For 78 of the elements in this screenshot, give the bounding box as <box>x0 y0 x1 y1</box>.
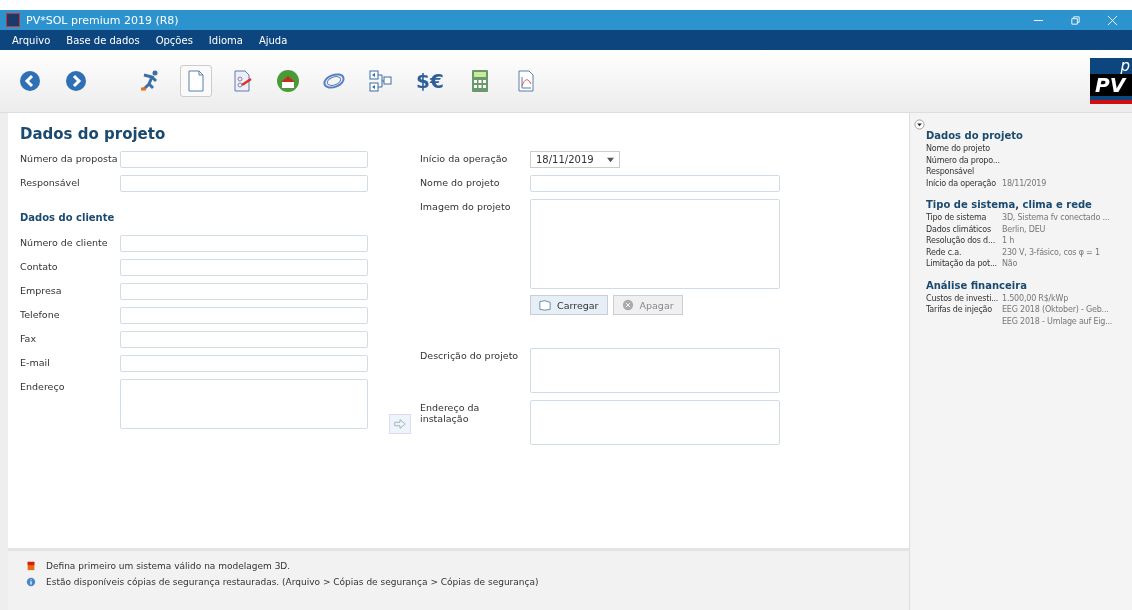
load-button[interactable]: Carregar <box>530 295 608 315</box>
summary-label: Tarifas de injeção <box>926 304 993 316</box>
summary-value: 1 h <box>1002 235 1015 247</box>
restore-icon[interactable] <box>1070 14 1081 26</box>
folder-icon <box>539 299 551 311</box>
info-icon <box>26 577 36 587</box>
logo: p PV <box>1090 58 1132 104</box>
warning-icon <box>26 561 36 571</box>
input-field[interactable] <box>120 235 368 252</box>
forward-icon <box>64 69 88 93</box>
page-title: Dados do projeto <box>20 125 167 143</box>
diagram-icon <box>368 69 392 93</box>
input-field[interactable] <box>120 331 368 348</box>
summary-heading: Análise financeira <box>926 279 1028 291</box>
menu-item[interactable]: Ajuda <box>258 34 288 46</box>
field-label: Número de cliente <box>20 236 109 248</box>
summary-label: Dados climáticos <box>926 223 992 235</box>
field-label: E-mail <box>20 356 51 368</box>
copy-address-button[interactable] <box>389 414 411 434</box>
close-icon[interactable] <box>1107 14 1118 26</box>
field-label: Fax <box>20 332 38 344</box>
field-label: Imagem do projeto <box>420 200 512 212</box>
summary-label: Início da operação <box>926 177 997 189</box>
field-label: Endereço <box>20 380 66 392</box>
field-label: Início da operação <box>420 152 509 164</box>
summary-value: 3D, Sistema fv conectado ... <box>1002 212 1110 224</box>
text-area[interactable] <box>530 348 780 393</box>
menu-item[interactable]: Opções <box>155 34 193 46</box>
input-field[interactable] <box>120 259 368 276</box>
input-field[interactable] <box>530 175 780 192</box>
summary-heading: Tipo de sistema, clima e rede <box>926 199 1093 210</box>
summary-heading: Dados do projeto <box>926 130 1024 141</box>
app-icon <box>6 13 20 27</box>
summary-label: Responsável <box>926 166 976 178</box>
field-label: Contato <box>20 260 59 272</box>
menu-item[interactable]: Arquivo <box>12 34 51 46</box>
message-text: Defina primeiro um sistema válido na modelagem 3D. <box>46 561 291 571</box>
summary-value: 230 V, 3-fásico, cos φ = 1 <box>1002 246 1100 258</box>
summary-label: Rede c.a. <box>926 246 963 258</box>
input-field[interactable] <box>120 307 368 324</box>
clear-icon <box>621 299 634 311</box>
input-field[interactable] <box>120 175 368 192</box>
input-field[interactable] <box>120 283 368 300</box>
menu-item[interactable]: Base de dados <box>66 34 140 46</box>
house-globe-icon <box>276 69 300 93</box>
text-area[interactable] <box>120 379 368 429</box>
field-label: Endereço da instalação <box>420 401 481 424</box>
summary-value: Berlin, DEU <box>1002 223 1046 235</box>
input-field[interactable] <box>120 151 368 168</box>
back-icon <box>18 69 42 93</box>
field-label: Responsável <box>20 176 81 188</box>
message-text: Estão disponíveis cópias de segurança restauradas. (Arquivo > Cópias de segurança > Cópias de segurança) <box>46 577 539 587</box>
summary-value: Não <box>1002 258 1018 270</box>
arrow-icon <box>393 417 407 431</box>
summary-value: EEG 2018 (Oktober) - Geb... <box>1002 304 1109 316</box>
summary-label: Tipo de sistema <box>926 212 988 224</box>
caret-icon <box>607 156 614 163</box>
section-heading: Dados do cliente <box>20 212 116 223</box>
field-label: Número da proposta <box>20 152 119 164</box>
toolbar-button[interactable]: $€ <box>410 65 450 97</box>
summary-label: Resolução dos d... <box>926 235 996 247</box>
summary-value: EEG 2018 - Umlage auf Eig... <box>1002 315 1113 327</box>
summary-label: Limitação da pot... <box>926 258 998 270</box>
collapse-icon[interactable] <box>914 119 925 130</box>
field-label: Empresa <box>20 284 63 296</box>
field-label: Nome do projeto <box>420 176 501 188</box>
field-label: Telefone <box>20 308 61 320</box>
text-area[interactable] <box>530 400 780 445</box>
input-field[interactable] <box>120 355 368 372</box>
menu-item[interactable]: Idioma <box>208 34 243 46</box>
summary-value: 1.500,00 R$/kWp <box>1002 292 1069 304</box>
summary-label: Número da propo... <box>926 154 1001 166</box>
field-label: Descrição do projeto <box>420 349 520 361</box>
date-dropdown[interactable]: 18/11/2019 <box>530 151 620 168</box>
summary-label: Nome do projeto <box>926 143 991 155</box>
window-title: PV*SOL premium 2019 (R8) <box>26 13 180 27</box>
summary-value: 18/11/2019 <box>1002 177 1047 189</box>
summary-label: Custos de investi... <box>926 292 1000 304</box>
